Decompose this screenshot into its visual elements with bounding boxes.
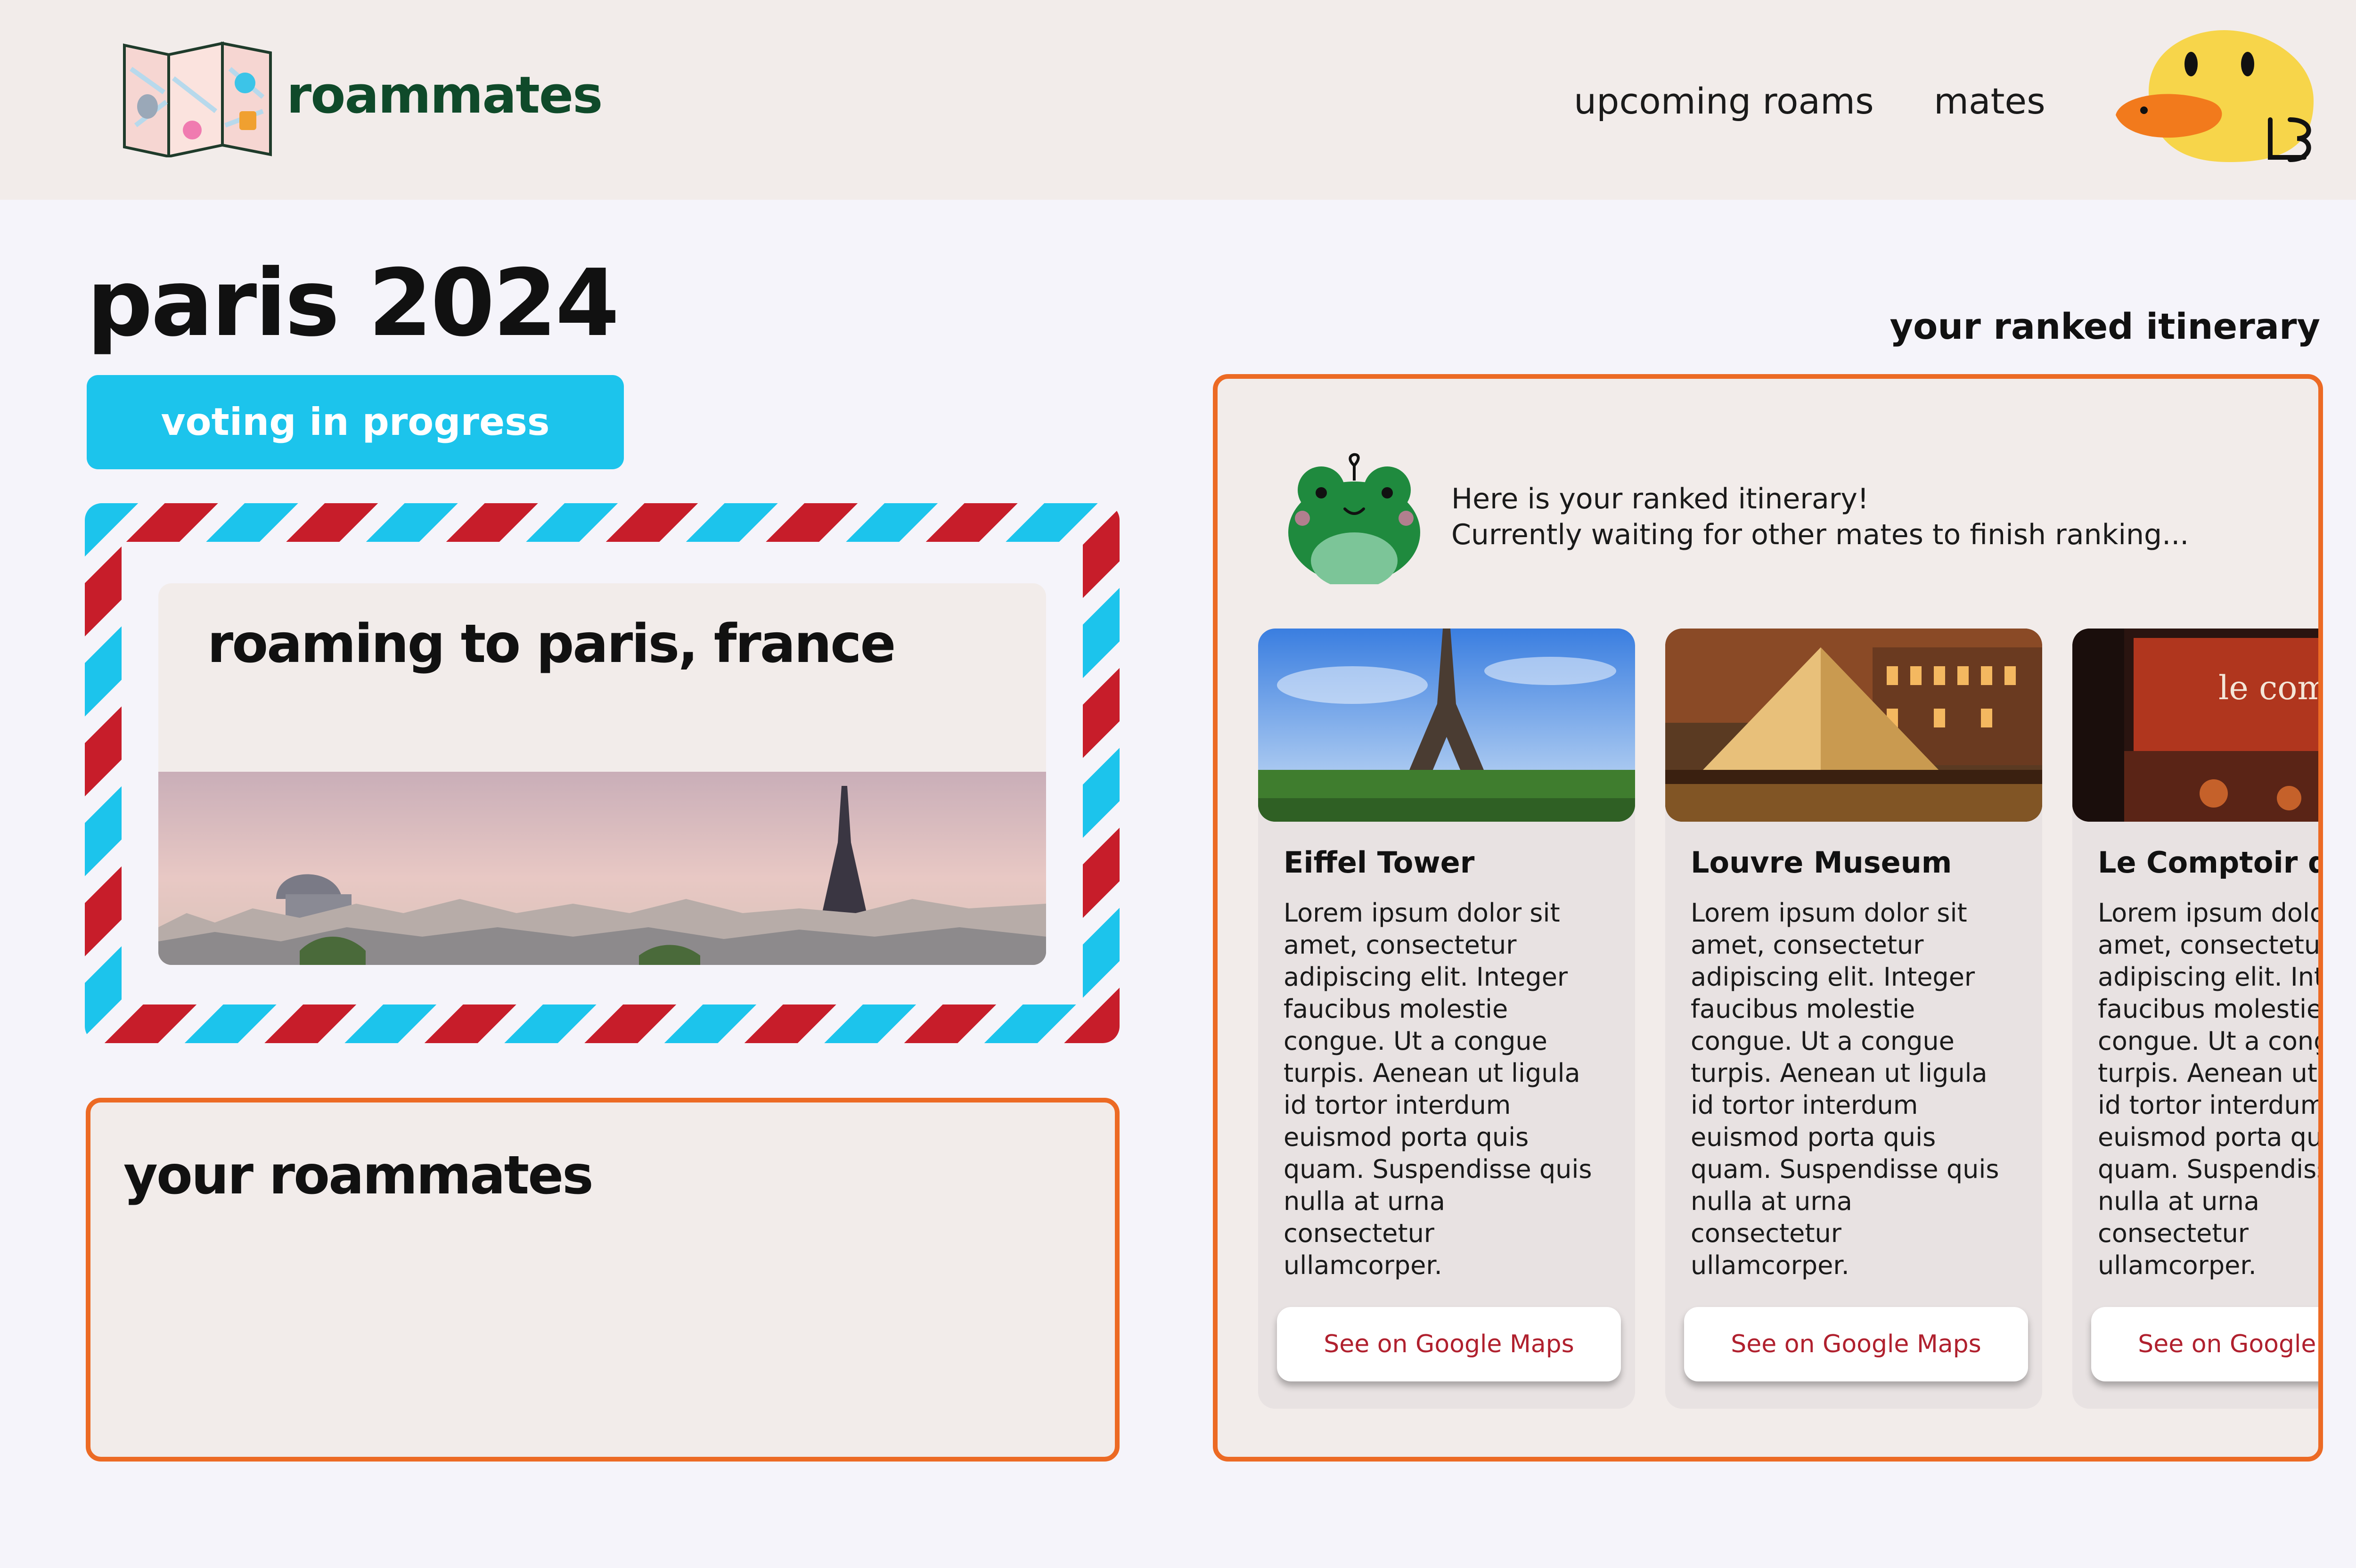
louvre-museum-photo bbox=[1665, 629, 2042, 822]
roammates-panel: your roammates bbox=[86, 1098, 1120, 1462]
itinerary-heading: your ranked itinerary bbox=[1890, 305, 2320, 347]
airmail-envelope-frame: roaming to paris, france bbox=[85, 503, 1120, 1043]
place-name: Louvre Museum bbox=[1691, 845, 1952, 880]
le-comptoir-photo: le compt bbox=[2072, 629, 2323, 822]
paris-skyline-image bbox=[158, 772, 1046, 965]
place-description: Lorem ipsum dolor sit amet, consectetur … bbox=[2098, 898, 2323, 1280]
place-name: Le Comptoir du bbox=[2098, 845, 2318, 880]
place-card[interactable]: le compt Le Comptoir du Lorem ipsum dolo… bbox=[2072, 629, 2323, 1409]
frog-mascot-icon bbox=[1288, 453, 1420, 584]
folded-map-logo-icon[interactable] bbox=[122, 41, 273, 157]
nav-mates[interactable]: mates bbox=[1934, 80, 2045, 122]
brand-name[interactable]: roammates bbox=[286, 66, 603, 125]
itinerary-message-line2: Currently waiting for other mates to fin… bbox=[1451, 518, 2189, 551]
nav-upcoming-roams[interactable]: upcoming roams bbox=[1574, 80, 1874, 122]
duck-avatar-icon[interactable] bbox=[2111, 30, 2318, 172]
place-description: Lorem ipsum dolor sit amet, consectetur … bbox=[1691, 898, 1999, 1280]
page-title: paris 2024 bbox=[87, 250, 620, 357]
place-card[interactable]: Eiffel Tower Lorem ipsum dolor sit amet,… bbox=[1258, 629, 1635, 1409]
place-card[interactable]: Louvre Museum Lorem ipsum dolor sit amet… bbox=[1665, 629, 2042, 1409]
see-on-google-maps-button[interactable]: See on Google Maps bbox=[1277, 1307, 1621, 1381]
top-nav-bar: roammates upcoming roams mates bbox=[0, 0, 2356, 200]
destination-title: roaming to paris, france bbox=[207, 613, 896, 675]
status-badge: voting in progress bbox=[87, 375, 624, 469]
eiffel-tower-photo bbox=[1258, 629, 1635, 822]
ranked-itinerary-panel: Here is your ranked itinerary! Currently… bbox=[1213, 374, 2323, 1462]
roammates-title: your roammates bbox=[123, 1145, 594, 1206]
place-name: Eiffel Tower bbox=[1284, 845, 1475, 880]
itinerary-message-line1: Here is your ranked itinerary! bbox=[1451, 482, 1869, 515]
see-on-google-maps-button[interactable]: See on Google Maps bbox=[1684, 1307, 2028, 1381]
see-on-google-maps-button[interactable]: See on Google Maps bbox=[2091, 1307, 2318, 1381]
place-description: Lorem ipsum dolor sit amet, consectetur … bbox=[1284, 898, 1592, 1280]
destination-card[interactable]: roaming to paris, france bbox=[158, 583, 1046, 965]
sign-text: le compt bbox=[2218, 669, 2323, 707]
